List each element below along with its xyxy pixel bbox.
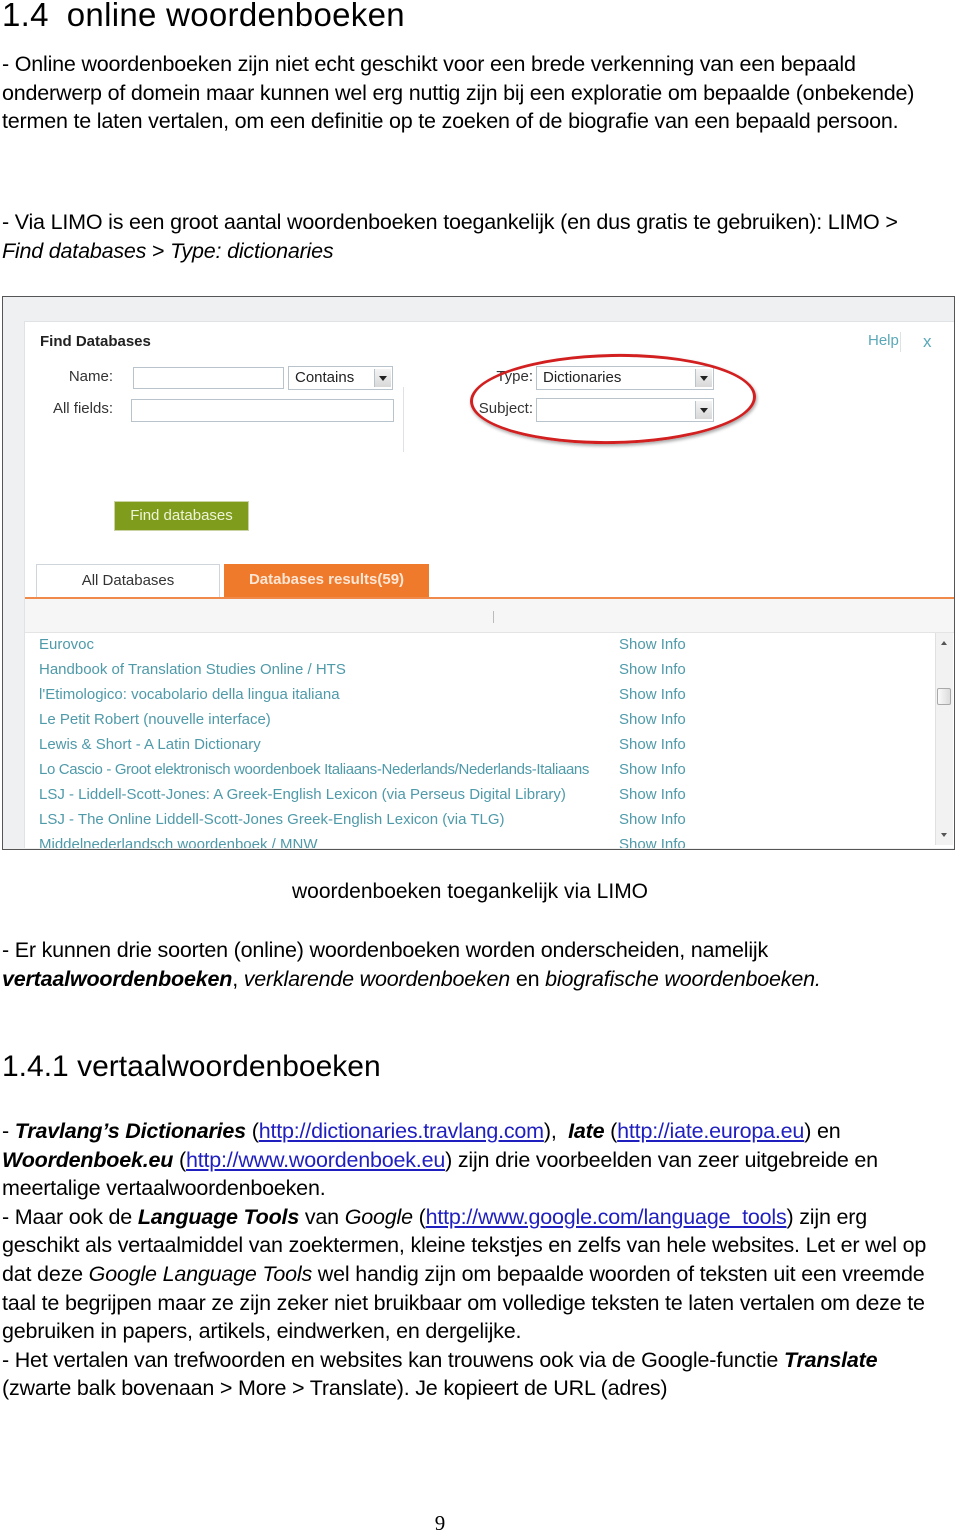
database-link[interactable]: Eurovoc: [39, 636, 94, 653]
show-info-link[interactable]: Show Info: [619, 736, 686, 753]
scroll-up-icon[interactable]: [941, 641, 947, 645]
body-paragraph: - Travlang’s Dictionaries (http://dictio…: [2, 1119, 927, 1401]
body-text: - Maar ook de: [2, 1204, 138, 1229]
subsection-title: vertaalwoordenboeken: [77, 1050, 381, 1083]
show-info-link[interactable]: Show Info: [619, 711, 686, 728]
section-heading: 1.4 online woordenboeken: [2, 0, 405, 34]
panel-title: Find Databases: [40, 333, 151, 350]
limo-screenshot: Find Databases Help x Name: Contains All…: [2, 296, 955, 850]
google-name: Google: [344, 1204, 413, 1229]
database-link[interactable]: Middelnederlandsch woordenboek / MNW: [39, 836, 317, 848]
results-scrollbar[interactable]: [935, 633, 953, 845]
figure-caption: woordenboeken toegankelijk via LIMO: [291, 880, 649, 903]
types-lead: - Er kunnen drie soorten (online) woorde…: [2, 938, 769, 962]
path-separator: >: [146, 238, 171, 263]
section-number: 1.4: [2, 0, 49, 33]
database-link[interactable]: Lewis & Short - A Latin Dictionary: [39, 736, 261, 753]
find-databases-button[interactable]: Find databases: [114, 501, 249, 531]
scroll-thumb[interactable]: [937, 688, 951, 705]
intro-paragraph: - Online woordenboeken zijn niet echt ge…: [2, 52, 915, 134]
section-title: online woordenboeken: [66, 0, 405, 33]
scroll-down-icon[interactable]: [941, 833, 947, 837]
types-separator: ,: [232, 966, 244, 991]
path-find-databases: Find databases: [2, 238, 147, 263]
results-toolbar: [25, 599, 954, 633]
show-info-link[interactable]: Show Info: [619, 761, 686, 778]
limo-text: - Via LIMO is een groot aantal woordenbo…: [2, 210, 898, 234]
woordenboek-name: Woordenboek.eu: [2, 1147, 174, 1172]
find-databases-panel: Find Databases Help x Name: Contains All…: [24, 321, 954, 848]
language-tools-name: Language Tools: [137, 1204, 300, 1229]
google-language-tools-name: Google Language Tools: [88, 1261, 313, 1286]
path-type: Type: dictionaries: [170, 238, 334, 263]
subsection-heading: 1.4.1 vertaalwoordenboeken: [2, 1050, 381, 1084]
iate-name: Iate: [568, 1119, 605, 1143]
page-number: 9: [434, 1511, 446, 1535]
database-link[interactable]: Lo Cascio - Groot elektronisch woordenbo…: [39, 761, 589, 778]
allfields-label: All fields:: [52, 400, 113, 417]
type-explanatory: verklarende woordenboeken: [243, 966, 511, 991]
show-info-link[interactable]: Show Info: [619, 661, 686, 678]
name-match-value: Contains: [295, 369, 355, 386]
google-language-tools-link[interactable]: http://www.google.com/language_tools: [426, 1205, 787, 1229]
highlight-ellipse: [469, 351, 757, 447]
tab-database-results[interactable]: Databases results(59): [224, 564, 429, 597]
header-divider: [900, 332, 901, 352]
show-info-link[interactable]: Show Info: [619, 786, 686, 803]
show-info-link[interactable]: Show Info: [619, 636, 686, 653]
database-link[interactable]: LSJ - Liddell-Scott-Jones: A Greek-Engli…: [39, 786, 566, 803]
database-link[interactable]: Handbook of Translation Studies Online /…: [39, 661, 346, 678]
translate-name: Translate: [783, 1347, 878, 1372]
body-text: - Het vertalen van trefwoorden en websit…: [2, 1347, 784, 1372]
show-info-link[interactable]: Show Info: [619, 836, 686, 848]
travlang-name: Travlang’s Dictionaries: [14, 1119, 246, 1143]
woordenboek-link[interactable]: http://www.woordenboek.eu: [186, 1148, 445, 1172]
subsection-number: 1.4.1: [2, 1050, 69, 1083]
form-divider: [403, 387, 404, 452]
name-label: Name:: [68, 368, 113, 385]
body-text: van: [299, 1204, 345, 1229]
database-link[interactable]: LSJ - The Online Liddell-Scott-Jones Gre…: [39, 811, 505, 828]
database-link[interactable]: Le Petit Robert (nouvelle interface): [39, 711, 271, 728]
show-info-link[interactable]: Show Info: [619, 686, 686, 703]
show-info-link[interactable]: Show Info: [619, 811, 686, 828]
name-match-select[interactable]: Contains: [288, 366, 393, 390]
limo-paragraph: - Via LIMO is een groot aantal woordenbo…: [2, 208, 932, 265]
type-biographical: biografische woordenboeken.: [545, 966, 821, 991]
results-list: Eurovoc Show Info Handbook of Translation…: [25, 633, 935, 848]
tab-all-databases[interactable]: All Databases: [36, 564, 220, 597]
travlang-link[interactable]: http://dictionaries.travlang.com: [259, 1119, 544, 1143]
type-translation: vertaalwoordenboeken: [2, 966, 233, 991]
dash: -: [2, 1119, 15, 1143]
dictionary-types-paragraph: - Er kunnen drie soorten (online) woorde…: [2, 936, 932, 993]
help-link[interactable]: Help: [868, 332, 899, 349]
body-text: (zwarte balk bovenaan > More > Translate…: [2, 1376, 668, 1401]
name-input[interactable]: [133, 367, 284, 389]
database-link[interactable]: l'Etimologico: vocabolario della lingua …: [39, 686, 340, 703]
toolbar-divider: [493, 611, 494, 623]
iate-link[interactable]: http://iate.europa.eu: [617, 1119, 804, 1143]
close-icon[interactable]: x: [923, 332, 932, 352]
chevron-down-icon: [374, 369, 391, 387]
allfields-input[interactable]: [131, 399, 394, 422]
types-separator: en: [510, 966, 546, 991]
conjunction: en: [811, 1119, 841, 1143]
